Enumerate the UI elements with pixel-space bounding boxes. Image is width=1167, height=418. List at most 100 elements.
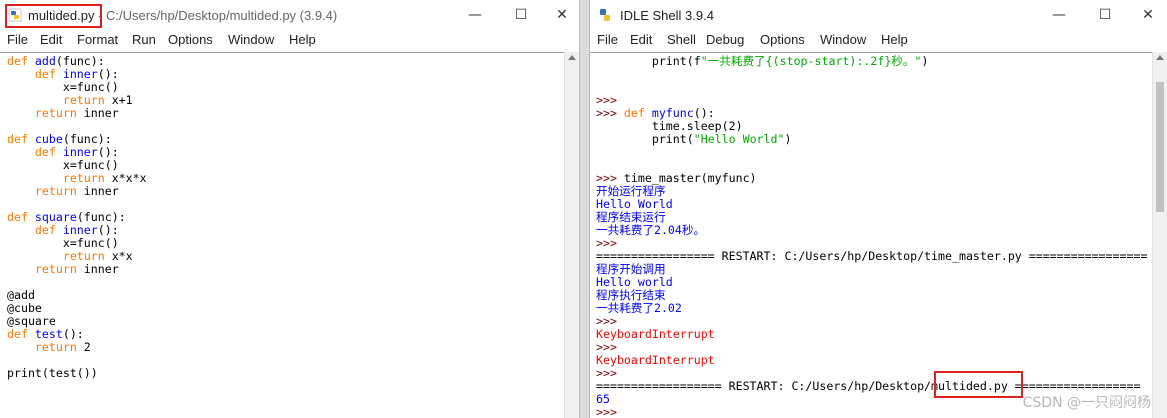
shell-menu-help[interactable]: Help xyxy=(881,32,908,47)
editor-close-button[interactable]: ✕ xyxy=(544,0,579,30)
shell-line-token: 程序结束运行 xyxy=(596,210,666,224)
editor-scrollbar[interactable] xyxy=(564,52,579,418)
code-line-token: x*x xyxy=(111,249,133,263)
shell-menu-file[interactable]: File xyxy=(597,32,618,47)
code-line-token: x=func() xyxy=(7,236,119,250)
shell-line-token: 程序执行结束 xyxy=(596,288,666,302)
shell-menu-window[interactable]: Window xyxy=(820,32,866,47)
shell-line: 开始运行程序 xyxy=(596,185,1147,198)
shell-titlebar: IDLE Shell 3.9.4 — ☐ ✕ xyxy=(590,0,1167,30)
code-line-token: (): xyxy=(62,327,84,341)
editor-menu-help[interactable]: Help xyxy=(289,32,316,47)
editor-window: multided.py - C:/Users/hp/Desktop/multid… xyxy=(0,0,580,418)
editor-menu-options[interactable]: Options xyxy=(168,32,213,47)
watermark: CSDN @一只闷闷杨 xyxy=(1022,395,1151,411)
editor-code: def add(func): def inner(): x=func() ret… xyxy=(7,55,147,380)
shell-scroll-thumb[interactable] xyxy=(1156,82,1164,212)
shell-line-token: 开始运行程序 xyxy=(596,184,666,198)
code-line-token: x+1 xyxy=(111,93,133,107)
code-line-token: def xyxy=(7,210,35,224)
code-line: return inner xyxy=(7,185,147,198)
code-line-token: inner xyxy=(62,145,98,159)
shell-line: print("Hello World") xyxy=(596,133,1147,146)
shell-line-token: >>> xyxy=(596,366,617,380)
code-line-token: @cube xyxy=(7,301,42,315)
shell-line-token: >>> xyxy=(596,93,617,107)
code-line-token: cube xyxy=(34,132,63,146)
shell-line: 程序开始调用 xyxy=(596,263,1147,276)
code-line-token: return xyxy=(7,106,84,120)
scroll-up-arrow-icon[interactable] xyxy=(1156,55,1164,60)
shell-maximize-button[interactable]: ☐ xyxy=(1082,0,1128,30)
shell-line-token: 一共耗费了2.04秒。 xyxy=(596,223,706,237)
shell-line-token: print( xyxy=(596,132,694,146)
code-line-token: def xyxy=(7,223,63,237)
code-line-token: (): xyxy=(97,67,119,81)
code-line-token: def xyxy=(7,67,63,81)
shell-scrollbar[interactable] xyxy=(1152,52,1167,418)
shell-menu-shell[interactable]: Shell xyxy=(667,32,696,47)
shell-line-token: (): xyxy=(693,106,715,120)
shell-line-token: time_master(myfunc) xyxy=(623,171,757,185)
shell-line: KeyboardInterrupt xyxy=(596,328,1147,341)
code-line-token: @add xyxy=(7,288,35,302)
editor-menu-edit[interactable]: Edit xyxy=(40,32,62,47)
shell-menu-edit[interactable]: Edit xyxy=(630,32,652,47)
code-line-token: square xyxy=(34,210,77,224)
code-line-token: inner xyxy=(83,106,119,120)
editor-text-area[interactable]: def add(func): def inner(): x=func() ret… xyxy=(0,52,579,418)
code-line: return inner xyxy=(7,263,147,276)
shell-line-token: KeyboardInterrupt xyxy=(596,327,715,341)
shell-line-token: "一共耗费了{(stop-start):.2f}秒。" xyxy=(700,54,922,68)
shell-line: >>> time_master(myfunc) xyxy=(596,172,1147,185)
code-line-token: print(test()) xyxy=(7,366,98,380)
editor-menubar: File Edit Format Run Options Window Help xyxy=(0,30,579,50)
code-line-token: def xyxy=(7,132,35,146)
code-line-token: add xyxy=(34,54,56,68)
editor-minimize-button[interactable]: — xyxy=(452,0,498,30)
shell-line: ================= RESTART: C:/Users/hp/D… xyxy=(596,250,1147,263)
shell-menu-options[interactable]: Options xyxy=(760,32,805,47)
shell-line-token: >>> xyxy=(596,314,617,328)
shell-menu-debug[interactable]: Debug xyxy=(706,32,744,47)
code-line-token: return xyxy=(7,340,84,354)
code-line-token: inner xyxy=(83,184,119,198)
shell-menubar: File Edit Shell Debug Options Window Help xyxy=(590,30,1167,50)
code-line-token: x=func() xyxy=(7,80,119,94)
shell-text-area[interactable]: print(f"一共耗费了{(stop-start):.2f}秒。") >>> >>… xyxy=(590,52,1167,418)
code-line-token: return xyxy=(7,93,112,107)
shell-line: 一共耗费了2.04秒。 xyxy=(596,224,1147,237)
shell-line-token: def xyxy=(623,106,652,120)
code-line-token: (func): xyxy=(76,210,126,224)
shell-line-token: 程序开始调用 xyxy=(596,262,666,276)
shell-close-button[interactable]: ✕ xyxy=(1128,0,1167,30)
shell-line: Hello world xyxy=(596,276,1147,289)
shell-line-token: >>> xyxy=(596,171,624,185)
editor-menu-window[interactable]: Window xyxy=(228,32,274,47)
shell-line-token: myfunc xyxy=(651,106,694,120)
window-gap xyxy=(580,0,589,418)
code-line: print(test()) xyxy=(7,367,147,380)
shell-line: print(f"一共耗费了{(stop-start):.2f}秒。") xyxy=(596,55,1147,68)
shell-line: 一共耗费了2.02 xyxy=(596,302,1147,315)
code-line-token: return xyxy=(7,171,112,185)
code-line-token: inner xyxy=(62,223,98,237)
editor-title-path: - C:/Users/hp/Desktop/multided.py (3.9.4… xyxy=(94,8,338,23)
shell-line-token: >>> xyxy=(596,405,617,418)
code-line-token: return xyxy=(7,249,112,263)
shell-line-token: Hello World xyxy=(596,197,673,211)
highlight-box-editor-title xyxy=(5,4,102,28)
editor-menu-run[interactable]: Run xyxy=(132,32,156,47)
shell-minimize-button[interactable]: — xyxy=(1036,0,1082,30)
shell-line-token: 一共耗费了2.02 xyxy=(596,301,682,315)
code-line-token: (): xyxy=(97,145,119,159)
code-line-token: 2 xyxy=(83,340,91,354)
idle-app-icon xyxy=(600,9,610,21)
editor-maximize-button[interactable]: ☐ xyxy=(498,0,544,30)
scroll-up-arrow-icon[interactable] xyxy=(568,55,576,60)
editor-menu-file[interactable]: File xyxy=(7,32,28,47)
editor-menu-format[interactable]: Format xyxy=(77,32,118,47)
